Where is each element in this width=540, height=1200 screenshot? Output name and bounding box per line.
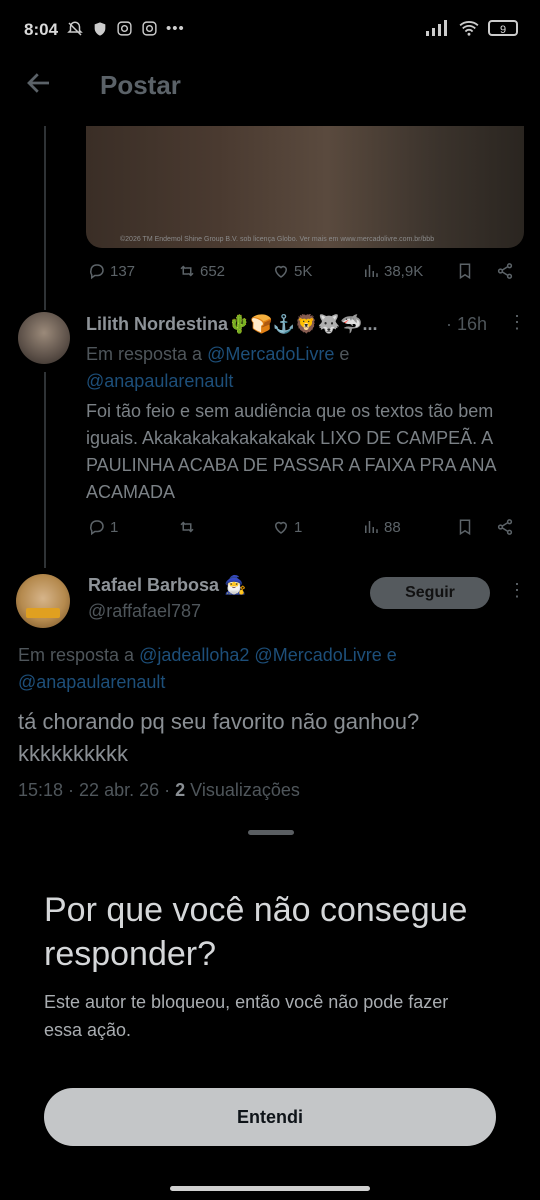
reply-icon [90, 264, 104, 280]
views-icon [365, 521, 378, 533]
more-dots-icon: ••• [166, 20, 185, 37]
share-icon [497, 263, 513, 279]
like-count: 5K [294, 262, 313, 280]
reply-label: Em resposta a [18, 645, 135, 665]
like-count: 1 [294, 518, 303, 536]
sheet-title: Por que você não consegue responder? [44, 891, 468, 973]
reply-icon [90, 520, 104, 536]
instagram-icon [142, 21, 157, 36]
mention-link[interactable]: @anapaularenault [18, 672, 165, 692]
sheet-body: Este autor te bloqueou, então você não p… [44, 992, 449, 1040]
heart-icon [274, 265, 288, 278]
reply-count: 1 [110, 518, 119, 536]
bell-off-icon [67, 21, 83, 36]
instagram-icon [117, 21, 132, 36]
heart-icon [274, 521, 288, 534]
mention-link[interactable]: @MercadoLivre [207, 344, 334, 364]
like-action[interactable]: 5K [272, 262, 312, 280]
reply-action[interactable]: 137 [88, 262, 135, 280]
tweet-media-image[interactable] [86, 126, 524, 248]
battery-icon: 9 [488, 20, 518, 36]
home-indicator[interactable] [170, 1186, 370, 1191]
share-button[interactable] [496, 262, 514, 280]
more-options-button[interactable]: ⋮ [508, 580, 526, 601]
tweet-timestamp: 15:18 · 22 abr. 26 · [18, 780, 171, 800]
views-label: Visualizações [190, 780, 300, 800]
mention-link[interactable]: @anapaularenault [86, 371, 233, 391]
media-caption: ©2026 TM Endemol Shine Group B.V. sob li… [120, 236, 435, 243]
page-title: Postar [100, 70, 181, 100]
mention-link[interactable]: @jadealloha2 @MercadoLivre [139, 645, 382, 665]
avatar[interactable] [16, 574, 70, 628]
bookmark-icon [459, 263, 471, 280]
author-handle[interactable]: @raffafael787 [88, 601, 201, 622]
reply-and: e [339, 344, 350, 364]
reply-and: e [386, 645, 397, 665]
arrow-left-icon [27, 73, 49, 93]
author-name[interactable]: Rafael Barbosa 🧙‍♂️ [88, 575, 246, 596]
avatar-badge [26, 608, 60, 618]
views-count: 2 [175, 780, 186, 800]
share-button[interactable] [496, 518, 514, 536]
reply-label: Em resposta a [86, 344, 203, 364]
retweet-action[interactable] [178, 518, 200, 536]
like-action[interactable]: 1 [272, 518, 302, 536]
bookmark-icon [459, 519, 471, 536]
tweet1-actions: 137 652 5K 38,9K [0, 262, 540, 286]
tweet-text: tá chorando pq seu favorito não ganhou? … [18, 706, 528, 770]
views-action[interactable]: 88 [362, 518, 401, 536]
reply-context: Em resposta a @jadealloha2 @MercadoLivre… [18, 642, 518, 696]
tweet-text-line: kkkkkkkkkk [18, 741, 128, 766]
retweet-icon [180, 265, 194, 277]
tweet-time: · 16h [446, 314, 488, 334]
tweet-text-line: tá chorando pq seu favorito não ganhou? [18, 709, 420, 734]
author-name[interactable]: Lilith Nordestina🌵🍞⚓🦁🐺🦈... [86, 314, 442, 335]
signal-icon [426, 20, 447, 36]
views-action[interactable]: 38,9K [362, 262, 423, 280]
bookmark-button[interactable] [456, 262, 474, 280]
retweet-action[interactable]: 652 [178, 262, 225, 280]
more-options-button[interactable]: ⋮ [508, 312, 526, 333]
back-button[interactable] [24, 68, 54, 98]
views-count: 88 [384, 518, 401, 536]
follow-button[interactable]: Seguir [370, 577, 490, 609]
tweet2-actions: 1 1 88 [0, 518, 540, 542]
wifi-icon [459, 21, 479, 36]
retweet-icon [180, 521, 194, 533]
bookmark-button[interactable] [456, 518, 474, 536]
shield-icon [94, 22, 106, 36]
status-icons: ••• [66, 20, 185, 38]
reply-count: 137 [110, 262, 136, 280]
reply-context: Em resposta a @MercadoLivre e @anapaular… [86, 341, 516, 395]
views-count: 38,9K [384, 262, 424, 280]
status-right: 9 [426, 20, 518, 36]
tweet-text: Foi tão feio e sem audiência que os text… [86, 401, 496, 502]
status-time: 8:04 [24, 20, 59, 39]
retweet-count: 652 [200, 262, 226, 280]
avatar[interactable] [18, 312, 70, 364]
tweet-meta: 15:18 · 22 abr. 26 · 2 Visualizações [18, 780, 300, 801]
views-icon [365, 265, 378, 277]
sheet-drag-handle[interactable] [248, 830, 294, 835]
share-icon [497, 519, 513, 535]
reply-action[interactable]: 1 [88, 518, 118, 536]
understood-button[interactable]: Entendi [44, 1088, 496, 1146]
